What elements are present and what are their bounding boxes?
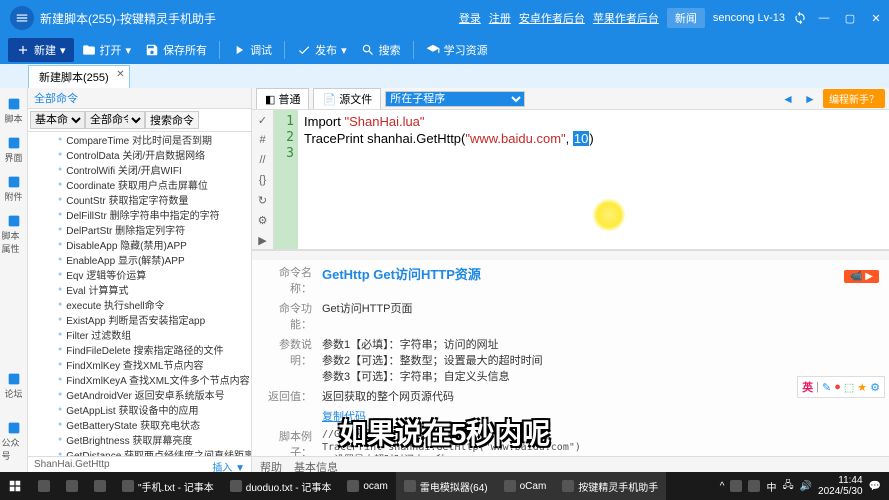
tree-item[interactable]: CompareTime 对比时间是否到期 — [28, 132, 251, 147]
taskbar-item[interactable]: ocam — [339, 472, 395, 500]
copy-code-1[interactable]: 复制代码 — [322, 408, 366, 424]
menu-button[interactable] — [10, 6, 34, 30]
tree-item[interactable]: FindXmlKeyA 查找XML文件多个节点内容 — [28, 372, 251, 387]
tray-up[interactable]: ^ — [720, 481, 725, 492]
strip-icon[interactable]: ↻ — [256, 194, 270, 208]
news-badge[interactable]: 新闻 — [667, 8, 705, 28]
h-scrollbar[interactable] — [252, 250, 889, 260]
start-button[interactable] — [0, 472, 30, 500]
tree-item[interactable]: FindXmlKey 查找XML节点内容 — [28, 357, 251, 372]
tray-icon[interactable] — [748, 480, 760, 492]
strip-icon[interactable]: ⚙ — [256, 214, 270, 228]
tree-item[interactable]: ControlData 关闭/开启数据网络 — [28, 147, 251, 162]
search-cmd-button[interactable]: 搜索命令 — [145, 111, 199, 129]
taskbar-item[interactable]: "手机.txt - 记事本 — [114, 472, 222, 500]
strip-icon[interactable]: {} — [256, 174, 270, 188]
ed-tab-normal[interactable]: ◧ 普通 — [256, 88, 309, 109]
taskbar-item[interactable] — [30, 472, 58, 500]
tree-item[interactable]: Eval 计算算式 — [28, 282, 251, 297]
strip-icon[interactable]: ✓ — [256, 114, 270, 128]
tree-item[interactable]: DisableApp 隐藏(禁用)APP — [28, 237, 251, 252]
clock-date: 2024/5/30 — [818, 486, 863, 497]
tree-item[interactable]: Filter 过滤数组 — [28, 327, 251, 342]
left-nav-4[interactable]: 论坛 — [2, 367, 26, 404]
tree-header: 全部命令 — [28, 88, 251, 109]
debug-button[interactable]: 调试 — [226, 40, 278, 60]
left-nav-1[interactable]: 界面 — [2, 131, 26, 168]
taskbar-item[interactable]: duoduo.txt - 记事本 — [222, 472, 340, 500]
left-nav-3[interactable]: 脚本属性 — [2, 209, 26, 259]
tray-net[interactable]: 🖧 — [782, 478, 793, 495]
tree-item[interactable]: GetDistance 获取两点经纬度之间直线距离 — [28, 447, 251, 456]
left-nav-5[interactable]: 公众号 — [2, 416, 26, 466]
prev-button[interactable]: ◄ — [779, 90, 797, 108]
left-nav-0[interactable]: 脚本 — [2, 92, 26, 129]
taskbar-item[interactable]: 按键精灵手机助手 — [554, 472, 666, 500]
tree-item[interactable]: execute 执行shell命令 — [28, 297, 251, 312]
release-button[interactable]: 发布 ▾ — [291, 40, 353, 60]
tray-vol[interactable]: 🔊 — [800, 481, 812, 492]
next-button[interactable]: ► — [801, 90, 819, 108]
code-editor[interactable]: Import "ShanHai.lua" TracePrint shanhai.… — [298, 110, 889, 249]
link-login[interactable]: 登录 — [459, 10, 481, 26]
strip-icon[interactable]: # — [256, 134, 270, 148]
sub-select[interactable]: 所在子程序 — [385, 91, 525, 107]
tree-item[interactable]: CountStr 获取指定字符数量 — [28, 192, 251, 207]
category-value[interactable]: 全部命令 — [85, 111, 145, 129]
tree-item[interactable]: DelPartStr 删除指定列字符 — [28, 222, 251, 237]
strip-icon[interactable]: ▶ — [256, 234, 270, 248]
new-button[interactable]: 新建 ▾ — [8, 38, 74, 62]
tree-item[interactable]: ExistApp 判断是否安装指定app — [28, 312, 251, 327]
tree-item[interactable]: Eqv 逻辑等价运算 — [28, 267, 251, 282]
taskbar-item[interactable] — [58, 472, 86, 500]
script-tab[interactable]: 新建脚本(255) ✕ — [28, 65, 130, 88]
learn-button[interactable]: 学习资源 — [420, 40, 494, 60]
ed-tab-source[interactable]: 📄 源文件 — [313, 88, 381, 109]
link-register[interactable]: 注册 — [489, 10, 511, 26]
strip-icon[interactable]: // — [256, 154, 270, 168]
tree-item[interactable]: EnableApp 显示(解禁)APP — [28, 252, 251, 267]
close-button[interactable]: ✕ — [867, 9, 885, 27]
window-title: 新建脚本(255)-按键精灵手机助手 — [40, 10, 216, 27]
category-select[interactable]: 基本命令 — [30, 111, 85, 129]
tree-item[interactable]: GetAndroidVer 返回安卓系统版本号 — [28, 387, 251, 402]
help-button[interactable]: 编程新手？ — [823, 89, 885, 108]
tree-item[interactable]: Coordinate 获取用户点击屏幕位 — [28, 177, 251, 192]
taskbar-item[interactable]: 雷电模拟器(64) — [396, 472, 496, 500]
maximize-button[interactable]: ▢ — [841, 9, 859, 27]
tree-item[interactable]: GetBrightness 获取屏幕亮度 — [28, 432, 251, 447]
tree-item[interactable]: ControlWifi 关闭/开启WIFI — [28, 162, 251, 177]
tree-item[interactable]: GetBatteryState 获取充电状态 — [28, 417, 251, 432]
tree-item[interactable]: FindFileDelete 搜索指定路径的文件 — [28, 342, 251, 357]
sync-icon[interactable] — [793, 11, 807, 25]
minimize-button[interactable]: — — [815, 9, 833, 27]
taskbar-item[interactable] — [86, 472, 114, 500]
link-ios[interactable]: 苹果作者后台 — [593, 10, 659, 26]
taskbar-item[interactable]: oCam — [496, 472, 555, 500]
link-android[interactable]: 安卓作者后台 — [519, 10, 585, 26]
video-badge[interactable]: 📹 ▶ — [844, 270, 879, 283]
clock-time: 11:44 — [818, 475, 863, 486]
open-button[interactable]: 打开 ▾ — [76, 40, 138, 60]
save-button[interactable]: 保存所有 — [139, 40, 213, 60]
tray-ime[interactable]: 中 — [766, 479, 776, 494]
left-nav-2[interactable]: 附件 — [2, 170, 26, 207]
tree-item[interactable]: GetAppList 获取设备中的应用 — [28, 402, 251, 417]
tray-notif[interactable]: 💬 — [869, 481, 881, 492]
tree-item[interactable]: DelFillStr 删除字符串中指定的字符 — [28, 207, 251, 222]
tray-icon[interactable] — [730, 480, 742, 492]
ime-toolbar[interactable]: 英 | ✎●⬚★⚙ — [797, 376, 885, 398]
user-info: sencong Lv-13 — [713, 12, 785, 24]
search-button[interactable]: 搜索 — [355, 40, 407, 60]
close-tab-icon[interactable]: ✕ — [116, 69, 124, 80]
